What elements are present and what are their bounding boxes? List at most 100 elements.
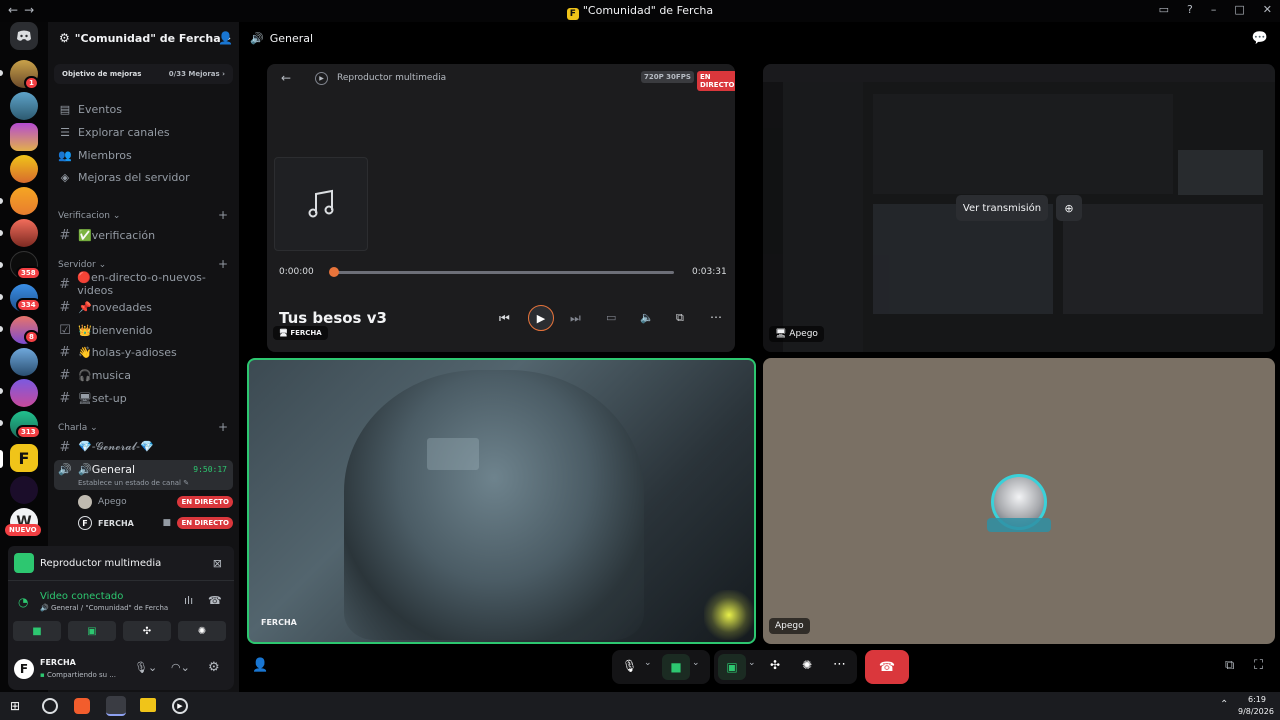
camera-button[interactable]: ■ — [662, 654, 690, 680]
channel-novedades[interactable]: # 📌novedades — [58, 297, 233, 317]
previous-icon[interactable]: ⏮ — [499, 311, 510, 326]
activity-button[interactable]: ✣ — [123, 621, 171, 641]
boost-goal[interactable]: Objetivo de mejoras 0/33 Mejoras › — [54, 64, 233, 84]
captions-icon[interactable]: ▭ — [606, 311, 616, 324]
video-tile-fercha[interactable]: FERCHA — [247, 358, 756, 644]
chevron-down-icon[interactable]: ⌄ — [644, 658, 652, 668]
server-icon[interactable] — [10, 219, 38, 247]
time-total: 0:03:31 — [692, 267, 727, 277]
screenshare-button[interactable]: ▣ — [718, 654, 746, 680]
seek-handle[interactable] — [329, 267, 339, 277]
channel-set-up[interactable]: # 🖥set-up — [58, 388, 233, 408]
close-icon[interactable]: ✕ — [1263, 3, 1272, 16]
category-servidor[interactable]: Servidor ⌄ — [58, 260, 106, 270]
disconnect-icon[interactable]: ☎ — [208, 594, 222, 607]
clock-time[interactable]: 6:19 — [1248, 695, 1266, 704]
menu-members[interactable]: 👥 Miembros — [58, 145, 132, 165]
category-verificacion[interactable]: Verificacion ⌄ — [58, 211, 120, 221]
voice-channel-general[interactable]: 🔊 🔊General 9:50:17 Establece un estado d… — [54, 460, 233, 490]
home-icon[interactable] — [10, 22, 38, 50]
unread-pill — [0, 294, 3, 300]
maximize-icon[interactable]: □ — [1234, 3, 1244, 16]
clock-date[interactable]: 9/8/2026 — [1238, 707, 1274, 716]
mic-icon[interactable]: 🎙 — [622, 659, 637, 673]
next-icon[interactable]: ⏭ — [570, 311, 581, 326]
soundboard-icon[interactable]: ✺ — [802, 658, 812, 672]
headset-icon[interactable]: ◠⌄ — [171, 661, 190, 674]
rules-icon: ☑ — [59, 322, 71, 338]
server-icon[interactable] — [10, 123, 38, 151]
album-art — [274, 157, 368, 251]
minimize-icon[interactable]: – — [1211, 3, 1217, 16]
menu-browse-channels[interactable]: ☰ Explorar canales — [58, 122, 170, 142]
close-activity-icon[interactable]: ⊠ — [213, 557, 222, 570]
channel-en-directo[interactable]: # 🔴en-directo-o-nuevos-videos — [58, 271, 233, 297]
video-tile-apego[interactable]: Apego — [763, 358, 1275, 644]
hang-up-button[interactable]: ☎ — [865, 650, 909, 684]
popout-icon[interactable]: ⧉ — [1225, 658, 1234, 673]
add-member-icon[interactable]: 👤 — [218, 31, 233, 45]
app-icon-media[interactable]: ▶ — [172, 698, 188, 714]
screenshare-button[interactable]: ▣ — [68, 621, 116, 641]
more-icon[interactable]: ⋯ — [833, 657, 846, 672]
server-icon[interactable] — [10, 92, 38, 120]
channel-status-hint[interactable]: Establece un estado de canal ✎ — [78, 479, 189, 487]
tray-chevron-icon[interactable]: ⌃ — [1220, 699, 1228, 710]
channel-label: 🔴en-directo-o-nuevos-videos — [77, 271, 206, 297]
category-charla[interactable]: Charla ⌄ — [58, 423, 98, 433]
voice-member-fercha[interactable]: F FERCHA ■ EN DIRECTO — [78, 514, 233, 532]
add-channel-icon[interactable]: + — [218, 420, 228, 434]
avatar[interactable]: F — [14, 659, 34, 679]
invite-icon[interactable]: 👤 — [252, 658, 268, 673]
add-channel-icon[interactable]: + — [218, 208, 228, 222]
voice-status[interactable]: Video conectado — [40, 591, 123, 602]
watch-together-button[interactable]: ⊕ — [1056, 195, 1082, 221]
fullscreen-icon[interactable]: ⛶ — [1254, 658, 1263, 673]
voice-member-apego[interactable]: Apego EN DIRECTO — [78, 493, 233, 511]
activity-icon[interactable]: ✣ — [770, 658, 780, 672]
menu-events[interactable]: ▤ Eventos — [58, 99, 122, 119]
start-icon[interactable]: ⊞ — [10, 699, 20, 713]
settings-gear-icon[interactable]: ⚙ — [208, 660, 220, 675]
more-icon[interactable]: ⋯ — [710, 310, 722, 324]
seek-bar[interactable] — [329, 267, 674, 277]
back-icon[interactable]: ← — [281, 71, 291, 85]
media-player-panel[interactable]: Reproductor multimedia ⊠ — [8, 546, 234, 580]
watch-stream-button[interactable]: Ver transmisión — [956, 195, 1048, 221]
server-icon[interactable] — [10, 155, 38, 183]
hash-icon: # — [59, 276, 71, 292]
channel-verificacion[interactable]: # ✅verificación — [58, 225, 233, 245]
channel-musica[interactable]: # 🎧musica — [58, 365, 233, 385]
unread-pill — [0, 388, 3, 394]
channel-bienvenido[interactable]: ☑ 👑bienvenido — [58, 320, 233, 340]
server-icon[interactable] — [10, 476, 38, 504]
stream-tile-apego[interactable]: Ver transmisión ⊕ 🖥 Apego — [763, 64, 1275, 352]
stream-tile-media-player[interactable]: ← ▶ Reproductor multimedia 720P 30FPS EN… — [267, 64, 735, 352]
inbox-icon[interactable]: ▭ — [1159, 3, 1169, 16]
channel-holas-y-adioses[interactable]: # 👋holas-y-adioses — [58, 342, 233, 362]
app-icon-discord[interactable] — [106, 696, 126, 716]
audio-video-group: 🎙 ⌄ ■ ⌄ — [612, 650, 710, 684]
channel-general-text[interactable]: # 💎-𝓖𝓮𝓷𝓮𝓻𝓪𝓵-💎 — [58, 437, 233, 457]
server-icon[interactable] — [10, 379, 38, 407]
popout-icon[interactable]: ⧉ — [676, 311, 684, 325]
server-icon-fercha[interactable]: F — [10, 444, 38, 472]
help-icon[interactable]: ? — [1187, 3, 1193, 16]
app-icon-brave[interactable] — [74, 698, 90, 714]
app-icon-chrome[interactable] — [42, 698, 58, 714]
soundboard-icon[interactable]: ılı — [184, 594, 193, 607]
volume-icon[interactable]: 🔈 — [640, 311, 654, 324]
add-channel-icon[interactable]: + — [218, 257, 228, 271]
menu-server-boost[interactable]: ◈ Mejoras del servidor — [58, 167, 190, 187]
chevron-down-icon[interactable]: ⌄ — [748, 658, 756, 668]
play-button[interactable]: ▶ — [528, 305, 554, 331]
chat-icon[interactable]: 💬 — [1252, 31, 1268, 46]
chevron-down-icon[interactable]: ⌄ — [692, 658, 700, 668]
app-icon-explorer[interactable] — [140, 698, 156, 712]
server-icon[interactable] — [10, 348, 38, 376]
mic-icon[interactable]: 🎙⌄ — [134, 661, 157, 674]
server-header[interactable]: ⚙ "Comunidad" de Fercha ⌄ 👤 — [48, 22, 239, 54]
camera-button[interactable]: ■ — [13, 621, 61, 641]
soundboard-button[interactable]: ✺ — [178, 621, 226, 641]
server-icon[interactable] — [10, 187, 38, 215]
